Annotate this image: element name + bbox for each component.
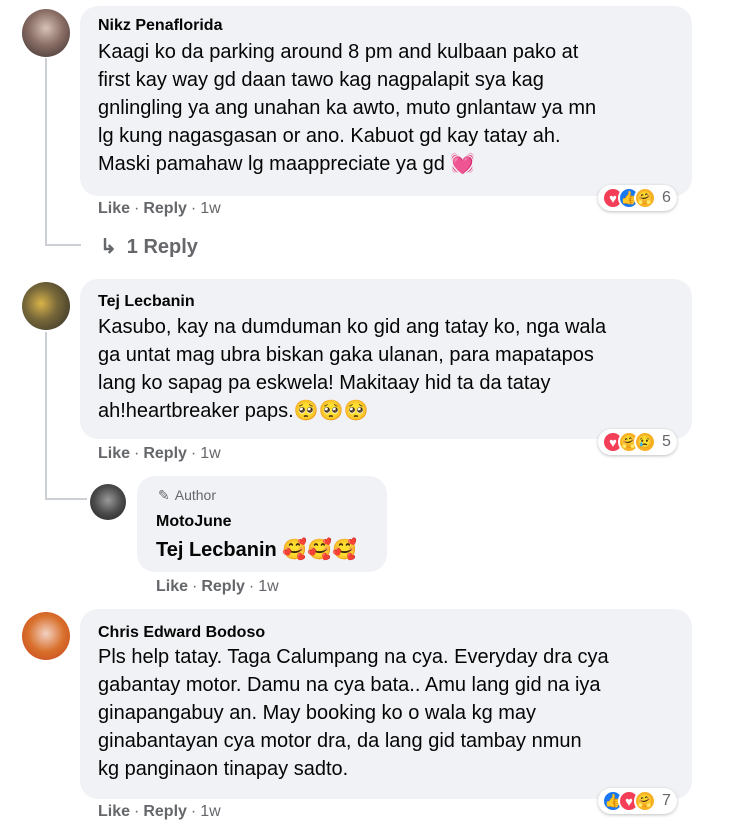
thread-line — [45, 244, 81, 246]
avatar[interactable] — [22, 9, 70, 57]
separator: · — [134, 445, 140, 462]
pleading-emoji: 🥺🥺🥺 — [293, 400, 369, 422]
like-button[interactable]: Like — [98, 445, 130, 462]
view-replies-label: 1 Reply — [126, 236, 198, 258]
reply-button[interactable]: Reply — [143, 200, 187, 217]
comment-timestamp[interactable]: 1w — [200, 803, 220, 820]
avatar[interactable] — [90, 484, 126, 520]
sad-reaction-icon: 😢 — [634, 431, 656, 453]
heart-emoji: 💓 — [450, 153, 476, 175]
thread-line — [45, 498, 87, 500]
reaction-count: 6 — [662, 189, 671, 206]
reply-actions: Like · Reply · 1w — [156, 578, 279, 596]
comment-actions: Like · Reply · 1w — [98, 803, 221, 821]
author-badge-label: Author — [174, 487, 216, 503]
reaction-count: 5 — [662, 433, 671, 450]
thread-line — [45, 332, 47, 500]
separator: · — [134, 803, 140, 820]
pencil-icon: ✎ — [158, 487, 170, 503]
comment-author[interactable]: Nikz Penaflorida — [98, 17, 222, 35]
care-reaction-icon: 🤗 — [634, 790, 656, 812]
like-button[interactable]: Like — [98, 803, 130, 820]
separator: · — [192, 578, 198, 595]
reply-button[interactable]: Reply — [201, 578, 245, 595]
comment-text: Kasubo, kay na dumduman ko gid ang tatay… — [98, 313, 688, 425]
separator: · — [190, 803, 197, 820]
comment-actions: Like · Reply · 1w — [98, 200, 221, 218]
comment-body: Kaagi ko da parking around 8 pm and kulb… — [98, 41, 597, 175]
author-badge: ✎ Author — [158, 487, 216, 504]
reaction-count: 7 — [662, 792, 671, 809]
separator: · — [248, 578, 255, 595]
smiling-hearts-emoji: 🥰🥰🥰 — [282, 539, 358, 561]
thread-line — [45, 58, 47, 246]
reaction-summary[interactable]: ♥ 🤗 😢 5 — [598, 429, 677, 455]
avatar[interactable] — [22, 282, 70, 330]
view-replies-link[interactable]: ↳ 1 Reply — [100, 234, 198, 259]
avatar[interactable] — [22, 612, 70, 660]
separator: · — [190, 445, 197, 462]
mention-link[interactable]: Tej Lecbanin — [156, 539, 277, 561]
reply-arrow-icon: ↳ — [100, 236, 117, 258]
comment-author[interactable]: Tej Lecbanin — [98, 293, 195, 311]
reaction-summary[interactable]: 👍 ♥ 🤗 7 — [598, 788, 677, 814]
reply-button[interactable]: Reply — [143, 445, 187, 462]
reply-button[interactable]: Reply — [143, 803, 187, 820]
comment-author[interactable]: Chris Edward Bodoso — [98, 624, 265, 642]
separator: · — [190, 200, 197, 217]
comment-timestamp[interactable]: 1w — [200, 200, 220, 217]
comment-text: Kaagi ko da parking around 8 pm and kulb… — [98, 38, 688, 178]
comment-text: Pls help tatay. Taga Calumpang na cya. E… — [98, 646, 609, 780]
reply-timestamp[interactable]: 1w — [258, 578, 278, 595]
separator: · — [134, 200, 140, 217]
care-reaction-icon: 🤗 — [634, 187, 656, 209]
reply-text: Tej Lecbanin 🥰🥰🥰 — [156, 536, 357, 564]
like-button[interactable]: Like — [156, 578, 188, 595]
comment-actions: Like · Reply · 1w — [98, 445, 221, 463]
reply-author[interactable]: MotoJune — [156, 513, 232, 531]
comment-timestamp[interactable]: 1w — [200, 445, 220, 462]
reaction-summary[interactable]: ♥ 👍 🤗 6 — [598, 185, 677, 211]
like-button[interactable]: Like — [98, 200, 130, 217]
